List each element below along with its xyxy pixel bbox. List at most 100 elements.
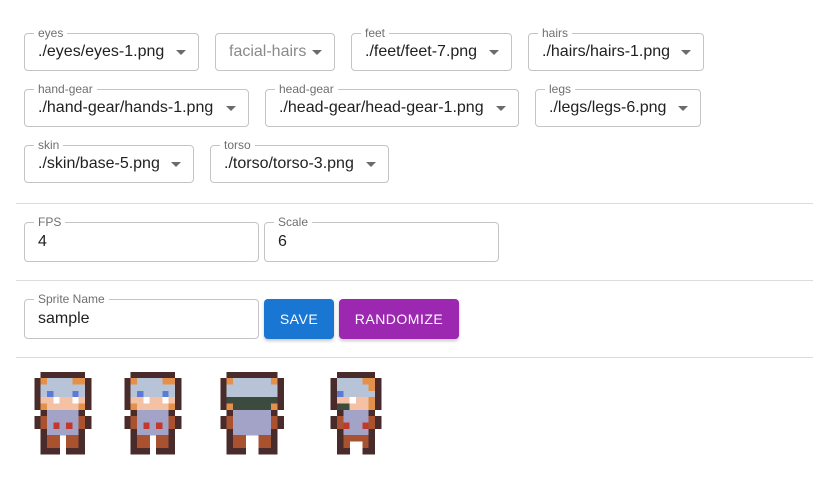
scale-label: Scale xyxy=(274,215,313,229)
save-button[interactable]: SAVE xyxy=(264,299,334,339)
sprite-pixel xyxy=(124,403,131,410)
sprite-pixel xyxy=(356,378,363,385)
sprite-pixel xyxy=(258,441,265,448)
sprite-pixel xyxy=(258,447,265,455)
hairs-select[interactable]: hairs ./hairs/hairs-1.png xyxy=(528,26,704,71)
sprite-pixel xyxy=(156,447,163,455)
skin-select[interactable]: skin ./skin/base-5.png xyxy=(24,138,194,183)
sprite-pixel xyxy=(72,435,79,442)
sprite-pixel xyxy=(78,403,86,410)
sprite-pixel xyxy=(264,447,272,455)
sprite-name-field[interactable]: Sprite Name xyxy=(24,292,259,339)
sprite-pixel xyxy=(271,409,278,417)
sprite-pixel xyxy=(47,403,54,410)
sprite-pixel xyxy=(72,416,79,423)
sprite-pixel xyxy=(233,378,240,385)
sprite-pixel xyxy=(337,441,344,448)
sprite-pixel xyxy=(271,403,278,410)
sprite-pixel xyxy=(337,416,344,423)
sprite-pixel xyxy=(175,390,182,398)
sprite-pixel xyxy=(264,416,272,423)
sprite-pixel xyxy=(59,403,67,410)
eyes-value: ./eyes/eyes-1.png xyxy=(38,43,165,60)
scale-field[interactable]: Scale xyxy=(264,215,499,262)
sprite-pixel xyxy=(168,428,176,436)
sprite-name-input[interactable] xyxy=(38,310,245,328)
sprite-pixel xyxy=(220,397,227,404)
sprite-pixel xyxy=(226,378,234,385)
sprite-pixel xyxy=(226,390,234,398)
sprite-pixel xyxy=(66,422,73,429)
sprite-pixel xyxy=(143,416,150,423)
sprite-pixel xyxy=(59,371,67,379)
sprite-pixel xyxy=(337,397,344,404)
sprite-pixel xyxy=(226,384,234,391)
sprite-pixel xyxy=(66,441,73,448)
sprite-pixel xyxy=(258,428,265,436)
sprite-pixel xyxy=(47,416,54,423)
legs-select[interactable]: legs ./legs/legs-6.png xyxy=(535,82,701,127)
sprite-pixel xyxy=(245,371,253,379)
sprite-pixel xyxy=(124,384,131,391)
sprite-pixel xyxy=(78,409,86,417)
sprite-pixel xyxy=(40,378,48,385)
sprite-pixel xyxy=(271,371,278,379)
fps-input[interactable] xyxy=(38,233,245,251)
torso-select[interactable]: torso ./torso/torso-3.png xyxy=(210,138,389,183)
sprite-pixel xyxy=(271,441,278,448)
sprite-pixel xyxy=(47,435,54,442)
sprite-pixel xyxy=(59,397,67,404)
section-divider xyxy=(16,280,813,281)
eyes-select[interactable]: eyes ./eyes/eyes-1.png xyxy=(24,26,199,71)
feet-select[interactable]: feet ./feet/feet-7.png xyxy=(351,26,512,71)
sprite-pixel xyxy=(53,371,60,379)
sprite-pixel xyxy=(143,371,150,379)
sprite-pixel xyxy=(78,422,86,429)
dropdown-arrow-icon xyxy=(496,106,506,111)
scale-input[interactable] xyxy=(278,233,485,251)
sprite-pixel xyxy=(156,384,163,391)
sprite-pixel xyxy=(356,390,363,398)
sprite-pixel xyxy=(239,441,246,448)
sprite-pixel xyxy=(130,409,138,417)
sprite-pixel xyxy=(356,422,363,429)
sprite-pixel xyxy=(130,397,138,404)
sprite-pixel xyxy=(271,397,278,404)
fps-field[interactable]: FPS xyxy=(24,215,259,262)
sprite-pixel xyxy=(271,435,278,442)
sprite-pixel xyxy=(72,403,79,410)
sprite-pixel xyxy=(168,397,176,404)
sprite-pixel xyxy=(72,371,79,379)
sprite-pixel xyxy=(349,416,357,423)
sprite-pixel xyxy=(356,403,363,410)
sprite-pixel xyxy=(47,397,54,404)
sprite-pixel xyxy=(245,422,253,429)
torso-value: ./torso/torso-3.png xyxy=(224,155,354,172)
facial-hairs-select[interactable]: facial-hairs xyxy=(215,33,335,71)
sprite-pixel xyxy=(53,435,60,442)
sprite-pixel xyxy=(130,428,138,436)
sprite-pixel xyxy=(53,441,60,448)
sprite-pixel xyxy=(239,447,246,455)
fps-label: FPS xyxy=(34,215,66,229)
sprite-pixel xyxy=(34,422,41,429)
sprite-pixel xyxy=(337,409,344,417)
sprite-pixel xyxy=(78,397,86,404)
sprite-pixel xyxy=(78,428,86,436)
randomize-button[interactable]: RANDOMIZE xyxy=(339,299,459,339)
sprite-pixel xyxy=(239,397,246,404)
sprite-pixel xyxy=(168,384,176,391)
sprite-pixel xyxy=(72,422,79,429)
sprite-pixel xyxy=(66,390,73,398)
sprite-pixel xyxy=(258,409,265,417)
sprite-pixel xyxy=(47,384,54,391)
sprite-pixel xyxy=(233,397,240,404)
sprite-pixel xyxy=(233,447,240,455)
head-gear-select[interactable]: head-gear ./head-gear/head-gear-1.png xyxy=(265,82,519,127)
sprite-pixel xyxy=(362,416,369,423)
sprite-pixel xyxy=(271,416,278,423)
legs-label: legs xyxy=(545,82,576,96)
hand-gear-select[interactable]: hand-gear ./hand-gear/hands-1.png xyxy=(24,82,249,127)
sprite-pixel xyxy=(130,422,138,429)
sprite-pixel xyxy=(337,422,344,429)
